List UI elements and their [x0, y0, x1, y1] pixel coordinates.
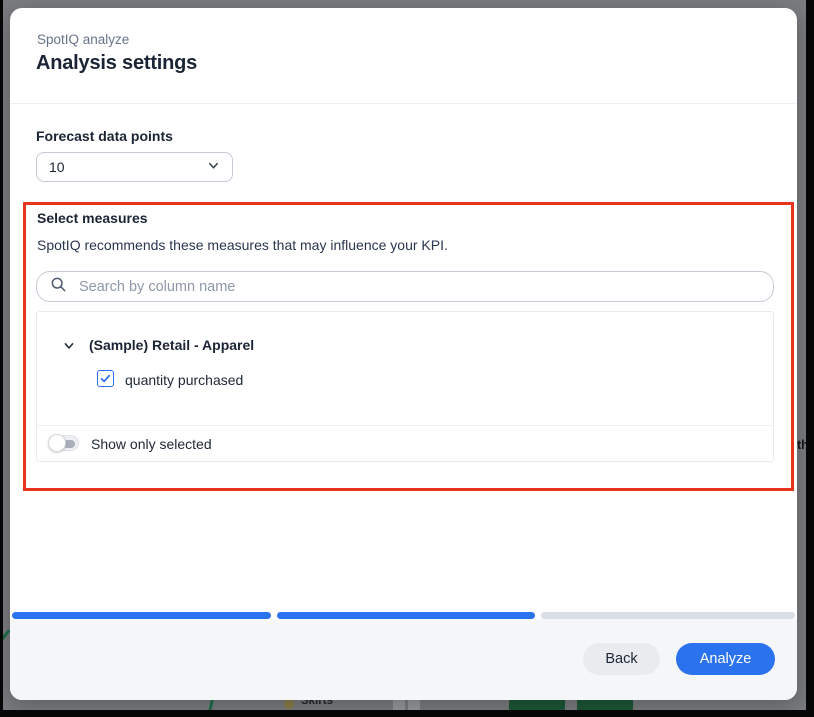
screenshot-frame: Skirts th SpotIQ analyze Analysis settin…: [0, 0, 814, 717]
select-measures-heading: Select measures: [37, 210, 148, 226]
chevron-down-icon: [207, 159, 220, 175]
back-button[interactable]: Back: [583, 643, 660, 675]
forecast-selected-value: 10: [49, 159, 65, 175]
dialog-eyebrow: SpotIQ analyze: [37, 32, 129, 47]
measures-panel: (Sample) Retail - Apparel quantity purch…: [36, 311, 774, 462]
background-legend-dot: [284, 699, 294, 709]
measure-item-label[interactable]: quantity purchased: [125, 372, 243, 388]
search-icon: [50, 276, 67, 298]
window-edge: [0, 0, 3, 717]
forecast-data-points-label: Forecast data points: [36, 128, 173, 144]
dialog-footer: Back Analyze: [10, 619, 797, 700]
analyze-button[interactable]: Analyze: [676, 643, 775, 675]
dialog-title: Analysis settings: [36, 52, 197, 75]
show-only-selected-label: Show only selected: [91, 436, 212, 452]
measure-search-box[interactable]: [36, 271, 774, 302]
window-edge: [806, 0, 814, 717]
measure-checkbox[interactable]: [97, 370, 114, 387]
analysis-settings-dialog: SpotIQ analyze Analysis settings Forecas…: [10, 8, 797, 700]
tree-chevron-down-icon[interactable]: [63, 339, 75, 351]
toggle-knob: [48, 434, 66, 452]
panel-divider: [37, 425, 773, 426]
show-only-selected-toggle[interactable]: [49, 435, 79, 451]
progress-segment-2: [277, 612, 535, 619]
window-edge: [0, 710, 814, 717]
forecast-data-points-select[interactable]: 10: [36, 152, 233, 182]
progress-segment-1: [12, 612, 271, 619]
checkmark-icon: [99, 372, 112, 385]
header-divider: [10, 103, 797, 104]
search-input[interactable]: [77, 278, 760, 296]
wizard-progress-bar: [10, 612, 797, 619]
progress-segment-3: [541, 612, 795, 619]
tree-group-label[interactable]: (Sample) Retail - Apparel: [89, 337, 254, 353]
select-measures-description: SpotIQ recommends these measures that ma…: [37, 237, 448, 253]
